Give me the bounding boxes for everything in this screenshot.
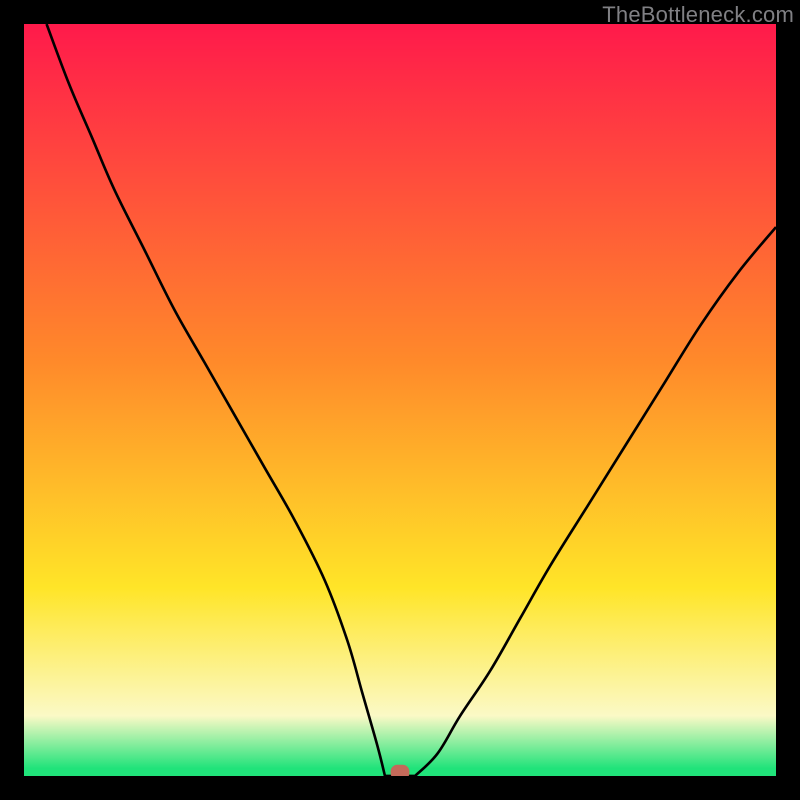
optimal-point-marker [391,765,410,776]
outer-frame: TheBottleneck.com [0,0,800,800]
bottleneck-chart [24,24,776,776]
gradient-background [24,24,776,776]
